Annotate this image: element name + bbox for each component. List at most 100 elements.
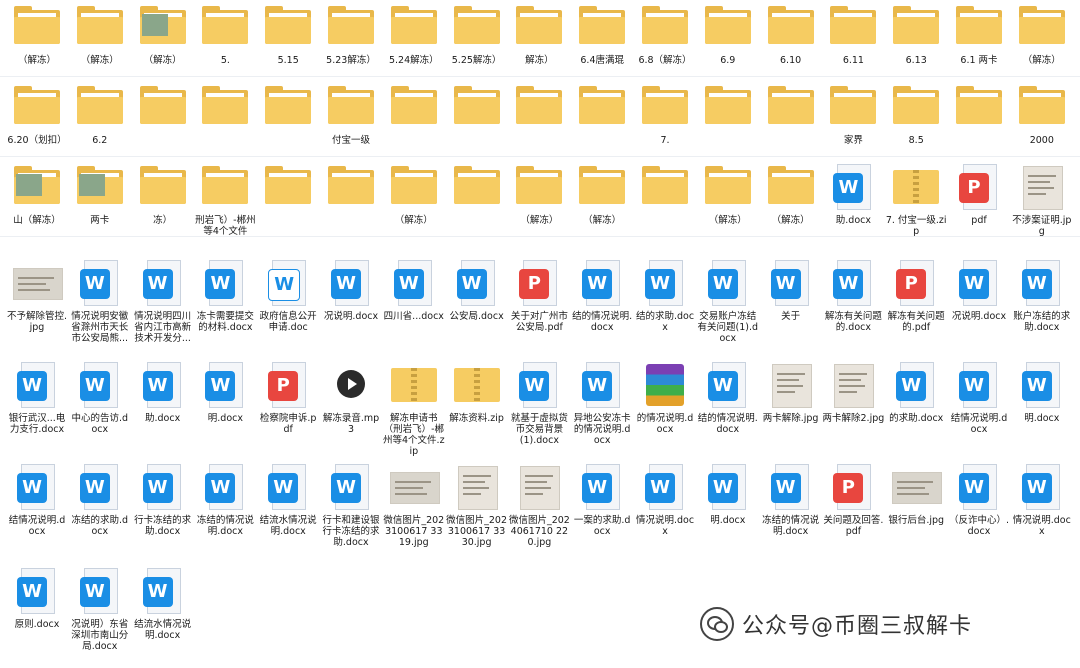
file-item[interactable]: 5.24解冻） <box>383 2 445 66</box>
file-item[interactable]: 解冻资料.zip <box>446 360 508 424</box>
file-item[interactable]: （解冻） <box>508 162 570 226</box>
file-item[interactable]: 6.8（解冻） <box>634 2 696 66</box>
file-item[interactable]: W 政府信息公开申请.doc <box>257 258 319 333</box>
file-item[interactable]: 家界 <box>822 82 884 146</box>
file-item[interactable]: W 明.docx <box>1011 360 1073 424</box>
file-item[interactable]: 两卡解除2.jpg <box>822 360 884 424</box>
file-item[interactable]: W 交易账户冻结有关问题(1).docx <box>697 258 759 344</box>
file-item[interactable]: W 中心的告访.docx <box>69 360 131 435</box>
file-item[interactable] <box>571 82 633 135</box>
file-item[interactable]: W 冻结的情况说明.docx <box>760 462 822 537</box>
file-item[interactable]: W 就基于虚拟货币交易背景(1).docx <box>508 360 570 446</box>
file-item[interactable]: W 冻结的情况说明.docx <box>194 462 256 537</box>
file-item[interactable]: 6.20（划扣） <box>6 82 68 146</box>
file-item[interactable] <box>697 82 759 135</box>
file-item[interactable]: 两卡 <box>69 162 131 226</box>
file-item[interactable]: 山（解冻） <box>6 162 68 226</box>
file-item[interactable]: P 检察院申诉.pdf <box>257 360 319 435</box>
file-item[interactable]: 解冻） <box>508 2 570 66</box>
file-item[interactable]: （解冻） <box>1011 2 1073 66</box>
file-item[interactable]: 解冻录音.mp3 <box>320 360 382 435</box>
file-item[interactable]: W 异地公安冻卡的情况说明.docx <box>571 360 633 446</box>
file-item[interactable]: P 关于对广州市公安局.pdf <box>508 258 570 333</box>
file-item[interactable]: W 助.docx <box>822 162 884 226</box>
file-item[interactable]: W 冻结的求助.docx <box>69 462 131 537</box>
file-item[interactable]: W 情况说明.docx <box>634 462 696 537</box>
file-item[interactable]: W 结的求助.docx <box>634 258 696 333</box>
file-item[interactable]: （解冻） <box>697 162 759 226</box>
file-item[interactable]: W 一案的求助.docx <box>571 462 633 537</box>
file-item[interactable]: W 况说明.docx <box>320 258 382 322</box>
file-item[interactable]: W 结的情况说明.docx <box>697 360 759 435</box>
file-item[interactable]: W 况说明）东省深圳市南山分局.docx <box>69 566 131 652</box>
file-item[interactable]: W 四川省...docx <box>383 258 445 322</box>
file-item[interactable]: W 明.docx <box>697 462 759 526</box>
file-item[interactable]: 两卡解除.jpg <box>760 360 822 424</box>
file-item[interactable]: W 结情况说明.docx <box>948 360 1010 435</box>
file-item[interactable] <box>634 162 696 215</box>
file-item[interactable]: W 解冻有关问题的.docx <box>822 258 884 333</box>
file-item[interactable]: 5.15 <box>257 2 319 66</box>
file-item[interactable]: 冻） <box>132 162 194 226</box>
file-item[interactable]: 付宝一级 <box>320 82 382 146</box>
file-item[interactable]: 8.5 <box>885 82 947 146</box>
file-item[interactable]: 不予解除管控.jpg <box>6 258 68 333</box>
file-item[interactable] <box>760 82 822 135</box>
file-item[interactable] <box>446 82 508 135</box>
file-item[interactable]: （解冻） <box>6 2 68 66</box>
file-item[interactable]: 7. <box>634 82 696 146</box>
file-item[interactable]: Ppdf <box>948 162 1010 226</box>
file-item[interactable] <box>257 162 319 215</box>
file-item[interactable]: W 行卡和建设银行卡冻结的求助.docx <box>320 462 382 548</box>
file-item[interactable]: W 明.docx <box>194 360 256 424</box>
file-item[interactable]: W 行卡冻结的求助.docx <box>132 462 194 537</box>
file-item[interactable] <box>446 162 508 215</box>
file-item[interactable] <box>508 82 570 135</box>
file-item[interactable]: W 况说明.docx <box>948 258 1010 322</box>
file-item[interactable]: 不涉案证明.jpg <box>1011 162 1073 237</box>
file-item[interactable]: 微信图片_2023100617 3319.jpg <box>383 462 445 548</box>
file-item[interactable]: W 公安局.docx <box>446 258 508 322</box>
file-item[interactable]: W 情况说明安徽省滁州市天长市公安局熊... <box>69 258 131 344</box>
file-item[interactable]: 6.10 <box>760 2 822 66</box>
file-item[interactable]: 解冻申请书（刑岩飞）-郴州等4个文件.zip <box>383 360 445 457</box>
file-item[interactable]: W （反诈中心）.docx <box>948 462 1010 537</box>
file-item[interactable]: W 冻卡需要提交的材料.docx <box>194 258 256 333</box>
file-item[interactable]: W 银行武汉...电力支行.docx <box>6 360 68 435</box>
file-item[interactable]: 微信图片_2024061710 220.jpg <box>508 462 570 548</box>
file-item[interactable]: （解冻） <box>69 2 131 66</box>
file-item[interactable]: W 关于 <box>760 258 822 322</box>
file-item[interactable] <box>194 82 256 135</box>
file-item[interactable]: （解冻） <box>383 162 445 226</box>
file-item[interactable]: W 原则.docx <box>6 566 68 630</box>
file-item[interactable]: P 解冻有关问题的.pdf <box>885 258 947 333</box>
file-item[interactable]: 的情况说明.docx <box>634 360 696 435</box>
file-item[interactable] <box>132 82 194 135</box>
file-item[interactable]: 6.4唐满琨 <box>571 2 633 66</box>
file-item[interactable]: 7. 付宝一级.zip <box>885 162 947 237</box>
file-item[interactable]: 5.25解冻） <box>446 2 508 66</box>
file-item[interactable]: 2000 <box>1011 82 1073 146</box>
file-item[interactable]: W 结流水情况说明.docx <box>257 462 319 537</box>
file-item[interactable]: W 结的情况说明.docx <box>571 258 633 333</box>
file-item[interactable]: 6.2 <box>69 82 131 146</box>
file-item[interactable]: 5. <box>194 2 256 66</box>
file-item[interactable]: W 助.docx <box>132 360 194 424</box>
file-item[interactable]: 5.23解冻） <box>320 2 382 66</box>
file-item[interactable]: （解冻） <box>571 162 633 226</box>
file-item[interactable]: 微信图片_2023100617 3330.jpg <box>446 462 508 548</box>
file-item[interactable]: W 情况说明.docx <box>1011 462 1073 537</box>
file-item[interactable]: （解冻） <box>132 2 194 66</box>
file-item[interactable]: W 的求助.docx <box>885 360 947 424</box>
file-item[interactable]: W 账户冻结的求助.docx <box>1011 258 1073 333</box>
file-item[interactable] <box>320 162 382 215</box>
file-item[interactable]: 6.9 <box>697 2 759 66</box>
file-item[interactable]: W 情况说明四川省内江市高新技术开发分... <box>132 258 194 344</box>
file-item[interactable] <box>948 82 1010 135</box>
file-item[interactable]: （解冻） <box>760 162 822 226</box>
file-item[interactable]: 银行后台.jpg <box>885 462 947 526</box>
file-item[interactable] <box>383 82 445 135</box>
file-item[interactable]: P 关问题及回答.pdf <box>822 462 884 537</box>
file-item[interactable]: 6.11 <box>822 2 884 66</box>
file-item[interactable] <box>257 82 319 135</box>
